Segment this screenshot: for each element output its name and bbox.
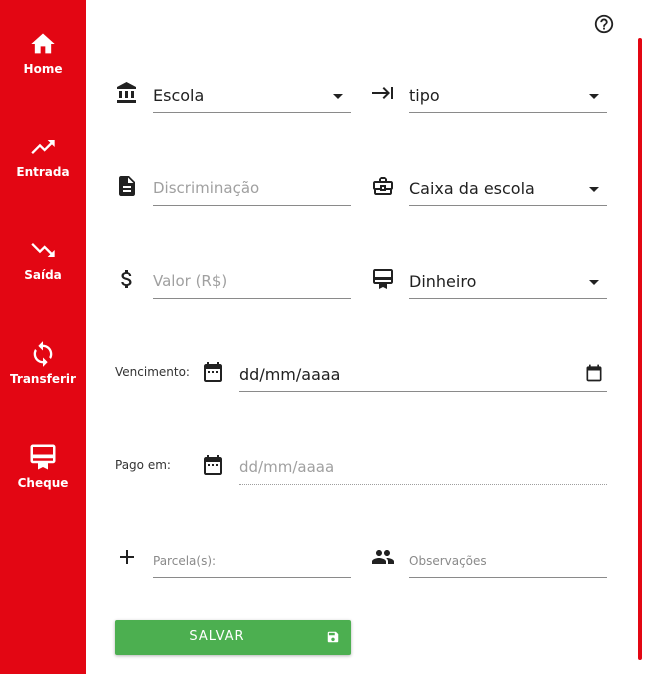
pago-em-placeholder: dd/mm/aaaa xyxy=(239,458,335,476)
cheque-icon xyxy=(30,444,56,470)
chevron-down-icon xyxy=(589,94,599,99)
home-icon xyxy=(31,33,55,54)
sidebar: Home Entrada Saída Transferir Cheque xyxy=(0,0,86,674)
dollar-icon xyxy=(121,270,132,288)
calendar-picker-icon[interactable] xyxy=(584,363,604,383)
parcelas-placeholder: Parcela(s): xyxy=(153,554,217,568)
caixa-select[interactable]: Caixa da escola xyxy=(409,175,607,206)
pago-em-date-input[interactable]: dd/mm/aaaa xyxy=(239,454,607,485)
sidebar-item-label: Transferir xyxy=(10,372,76,386)
discriminacao-input[interactable]: Discriminação xyxy=(153,175,351,206)
scrollbar-thumb[interactable] xyxy=(638,38,642,660)
valor-placeholder: Valor (R$) xyxy=(153,272,228,290)
escola-select[interactable]: Escola xyxy=(153,82,351,113)
sidebar-item-cheque[interactable]: Cheque xyxy=(0,442,86,490)
sidebar-item-transferir[interactable]: Transferir xyxy=(0,340,86,386)
save-button[interactable]: SALVAR xyxy=(115,620,351,655)
observacoes-input[interactable]: Observações xyxy=(409,547,607,578)
calendar-icon xyxy=(204,455,222,475)
bank-icon xyxy=(117,82,136,103)
forma-pagamento-value: Dinheiro xyxy=(409,272,477,291)
valor-input[interactable]: Valor (R$) xyxy=(153,268,351,299)
sync-icon xyxy=(33,341,53,367)
sidebar-item-label: Home xyxy=(23,62,63,76)
tipo-value: tipo xyxy=(409,86,440,105)
chevron-down-icon xyxy=(333,94,343,99)
trending-down-icon xyxy=(31,243,55,257)
vencimento-date-input[interactable]: dd/mm/aaaa xyxy=(239,361,607,392)
caixa-value: Caixa da escola xyxy=(409,179,535,198)
chevron-down-icon xyxy=(589,187,599,192)
floppy-disk-icon xyxy=(327,631,339,643)
arrow-to-right-icon xyxy=(372,87,393,99)
sidebar-item-saida[interactable]: Saída xyxy=(0,236,86,282)
escola-value: Escola xyxy=(153,86,205,105)
vencimento-label: Vencimento: xyxy=(115,365,190,379)
calendar-icon xyxy=(204,362,222,382)
forma-pagamento-select[interactable]: Dinheiro xyxy=(409,268,607,299)
plus-icon xyxy=(120,550,134,564)
document-icon xyxy=(119,176,135,196)
discriminacao-placeholder: Discriminação xyxy=(153,179,260,197)
vencimento-value: dd/mm/aaaa xyxy=(239,365,341,384)
parcelas-input[interactable]: Parcela(s): xyxy=(153,547,351,578)
pago-em-label: Pago em: xyxy=(115,458,171,472)
save-button-label: SALVAR xyxy=(189,629,245,644)
sidebar-item-entrada[interactable]: Entrada xyxy=(0,133,86,179)
help-circle-icon[interactable] xyxy=(593,13,615,35)
sidebar-item-label: Entrada xyxy=(16,165,70,179)
card-icon xyxy=(373,269,393,289)
sidebar-item-label: Saída xyxy=(24,268,62,282)
briefcase-icon xyxy=(373,177,393,195)
sidebar-item-home[interactable]: Home xyxy=(0,30,86,76)
sidebar-item-label: Cheque xyxy=(17,476,69,490)
observacoes-placeholder: Observações xyxy=(409,554,487,568)
people-icon xyxy=(372,550,394,564)
chevron-down-icon xyxy=(589,280,599,285)
tipo-select[interactable]: tipo xyxy=(409,82,607,113)
trending-up-icon xyxy=(31,140,55,154)
